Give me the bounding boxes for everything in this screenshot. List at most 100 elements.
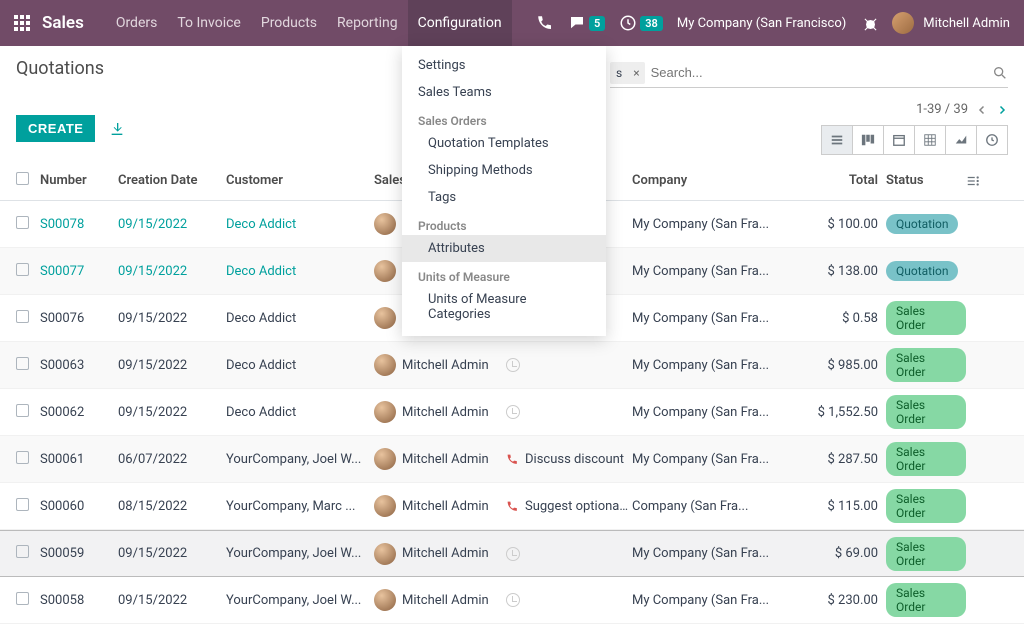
nav-configuration[interactable]: Configuration [408, 0, 512, 46]
cell-salesperson: Mitchell Admin [374, 589, 506, 611]
col-company[interactable]: Company [632, 173, 792, 188]
table-row[interactable]: S0006309/15/2022Deco AddictMitchell Admi… [0, 342, 1024, 389]
menu-uom-categories[interactable]: Units of Measure Categories [402, 286, 606, 328]
top-navbar: Sales Orders To Invoice Products Reporti… [0, 0, 1024, 46]
app-brand[interactable]: Sales [42, 13, 84, 33]
salesperson-name: Mitchell Admin [402, 452, 489, 467]
menu-attributes[interactable]: Attributes [402, 235, 606, 262]
cell-company: My Company (San Fra... [632, 358, 792, 373]
nav-orders[interactable]: Orders [106, 0, 168, 46]
cell-customer: YourCompany, Joel W... [226, 593, 374, 608]
row-checkbox[interactable] [16, 545, 29, 558]
facet-remove-icon[interactable]: × [628, 66, 644, 80]
search-icon[interactable] [992, 65, 1008, 81]
row-checkbox[interactable] [16, 263, 29, 276]
col-total[interactable]: Total [792, 173, 878, 188]
nav-to-invoice[interactable]: To Invoice [167, 0, 251, 46]
cell-company: My Company (San Fra... [632, 546, 792, 561]
cell-number: S00063 [40, 358, 118, 373]
view-graph-icon[interactable] [945, 125, 977, 155]
activities-icon[interactable]: 38 [619, 14, 663, 32]
col-options-icon[interactable] [966, 174, 986, 188]
salesperson-name: Mitchell Admin [402, 358, 489, 373]
cell-number: S00058 [40, 593, 118, 608]
messages-icon[interactable]: 5 [568, 14, 605, 32]
row-checkbox[interactable] [16, 451, 29, 464]
debug-icon[interactable] [860, 14, 878, 32]
table-row[interactable]: S0006106/07/2022YourCompany, Joel W...Mi… [0, 436, 1024, 483]
cell-date: 09/15/2022 [118, 358, 226, 373]
menu-sales-teams[interactable]: Sales Teams [402, 79, 606, 106]
cell-date: 09/15/2022 [118, 311, 226, 326]
cell-total: $ 115.00 [792, 499, 878, 514]
cell-number: S00076 [40, 311, 118, 326]
pager-prev-icon[interactable] [976, 104, 988, 116]
cell-salesperson: Mitchell Admin [374, 448, 506, 470]
row-checkbox[interactable] [16, 404, 29, 417]
select-all-checkbox[interactable] [16, 172, 29, 185]
voip-icon[interactable] [536, 14, 554, 32]
status-badge: Sales Order [886, 489, 966, 523]
clock-icon[interactable] [506, 358, 520, 372]
cell-salesperson: Mitchell Admin [374, 354, 506, 376]
menu-tags[interactable]: Tags [402, 184, 606, 211]
col-number[interactable]: Number [40, 173, 118, 188]
facet-value: s [610, 66, 628, 80]
create-button[interactable]: CREATE [16, 115, 95, 142]
view-pivot-icon[interactable] [914, 125, 946, 155]
row-checkbox[interactable] [16, 357, 29, 370]
cell-date: 06/07/2022 [118, 452, 226, 467]
view-activity-icon[interactable] [976, 125, 1008, 155]
row-checkbox[interactable] [16, 592, 29, 605]
cell-status: Quotation [878, 214, 966, 234]
search-input[interactable] [645, 61, 992, 84]
clock-icon[interactable] [506, 593, 520, 607]
cell-total: $ 0.58 [792, 311, 878, 326]
view-list-icon[interactable] [821, 125, 853, 155]
cell-status: Sales Order [878, 442, 966, 476]
clock-icon[interactable] [506, 547, 520, 561]
col-date[interactable]: Creation Date [118, 173, 226, 188]
user-menu[interactable]: Mitchell Admin [892, 12, 1010, 34]
cell-customer: Deco Addict [226, 217, 374, 232]
phone-icon[interactable] [506, 500, 519, 513]
pager-next-icon[interactable] [996, 104, 1008, 116]
table-row[interactable]: S0005909/15/2022YourCompany, Joel W...Mi… [0, 530, 1024, 577]
row-checkbox[interactable] [16, 310, 29, 323]
activity-text: Suggest optional products [525, 499, 631, 514]
cell-total: $ 287.50 [792, 452, 878, 467]
view-kanban-icon[interactable] [852, 125, 884, 155]
col-customer[interactable]: Customer [226, 173, 374, 188]
cell-total: $ 985.00 [792, 358, 878, 373]
apps-icon[interactable] [14, 15, 30, 31]
cell-activities [506, 405, 632, 419]
salesperson-avatar [374, 354, 396, 376]
company-switcher[interactable]: My Company (San Francisco) [677, 16, 846, 31]
row-checkbox[interactable] [16, 216, 29, 229]
menu-quotation-templates[interactable]: Quotation Templates [402, 130, 606, 157]
search-bar[interactable]: s× [610, 58, 1008, 88]
table-row[interactable]: S0006008/15/2022YourCompany, Marc ...Mit… [0, 483, 1024, 530]
menu-shipping-methods[interactable]: Shipping Methods [402, 157, 606, 184]
col-status[interactable]: Status [878, 173, 966, 188]
cell-customer: Deco Addict [226, 264, 374, 279]
row-checkbox[interactable] [16, 498, 29, 511]
cell-customer: YourCompany, Joel W... [226, 546, 374, 561]
cell-status: Sales Order [878, 537, 966, 571]
messages-badge: 5 [589, 16, 605, 31]
import-icon[interactable] [109, 121, 125, 137]
nav-reporting[interactable]: Reporting [327, 0, 408, 46]
pager-text[interactable]: 1-39 / 39 [916, 102, 968, 117]
cell-number: S00062 [40, 405, 118, 420]
menu-settings[interactable]: Settings [402, 52, 606, 79]
clock-icon[interactable] [506, 405, 520, 419]
status-badge: Quotation [886, 261, 958, 281]
view-calendar-icon[interactable] [883, 125, 915, 155]
status-badge: Sales Order [886, 301, 966, 335]
cell-date: 09/15/2022 [118, 593, 226, 608]
table-row[interactable]: S0006209/15/2022Deco AddictMitchell Admi… [0, 389, 1024, 436]
search-facet[interactable]: s× [610, 62, 645, 84]
nav-products[interactable]: Products [251, 0, 327, 46]
phone-icon[interactable] [506, 453, 519, 466]
salesperson-avatar [374, 589, 396, 611]
